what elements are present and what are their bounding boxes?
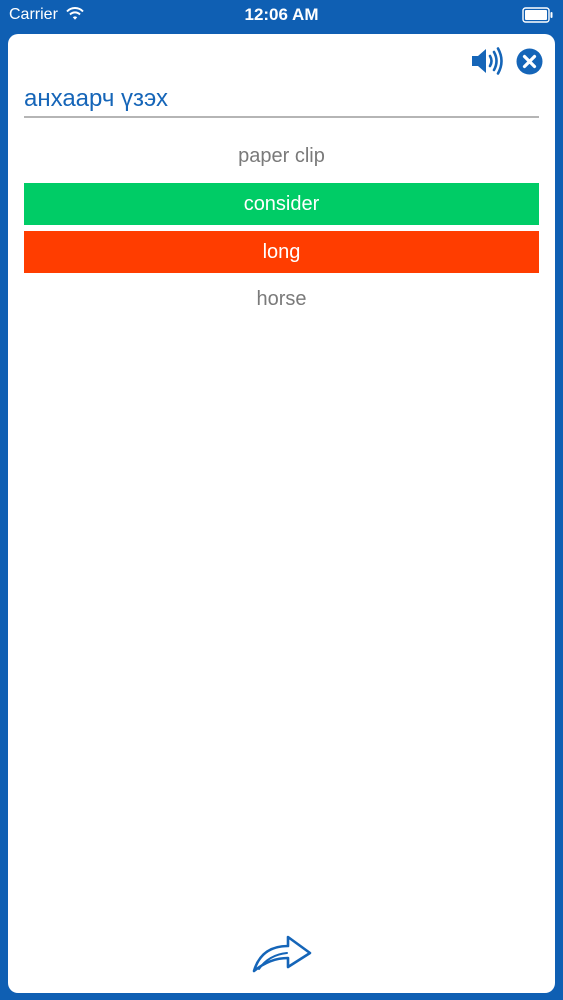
battery-icon [522,7,553,23]
answer-option-wrong[interactable]: long [24,231,539,273]
question-divider [24,116,539,118]
speaker-icon[interactable] [470,46,504,76]
question-word: анхаарч үзэх [24,85,168,112]
status-bar: Carrier 12:06 AM [0,0,563,34]
next-arrow-icon[interactable] [251,932,315,976]
quiz-card: анхаарч үзэх paper clip consider long ho… [8,34,555,993]
answer-option[interactable]: paper clip [24,135,539,177]
answer-option-correct[interactable]: consider [24,183,539,225]
close-icon[interactable] [516,48,543,75]
status-time: 12:06 AM [244,5,319,24]
answer-option[interactable]: horse [24,278,539,320]
